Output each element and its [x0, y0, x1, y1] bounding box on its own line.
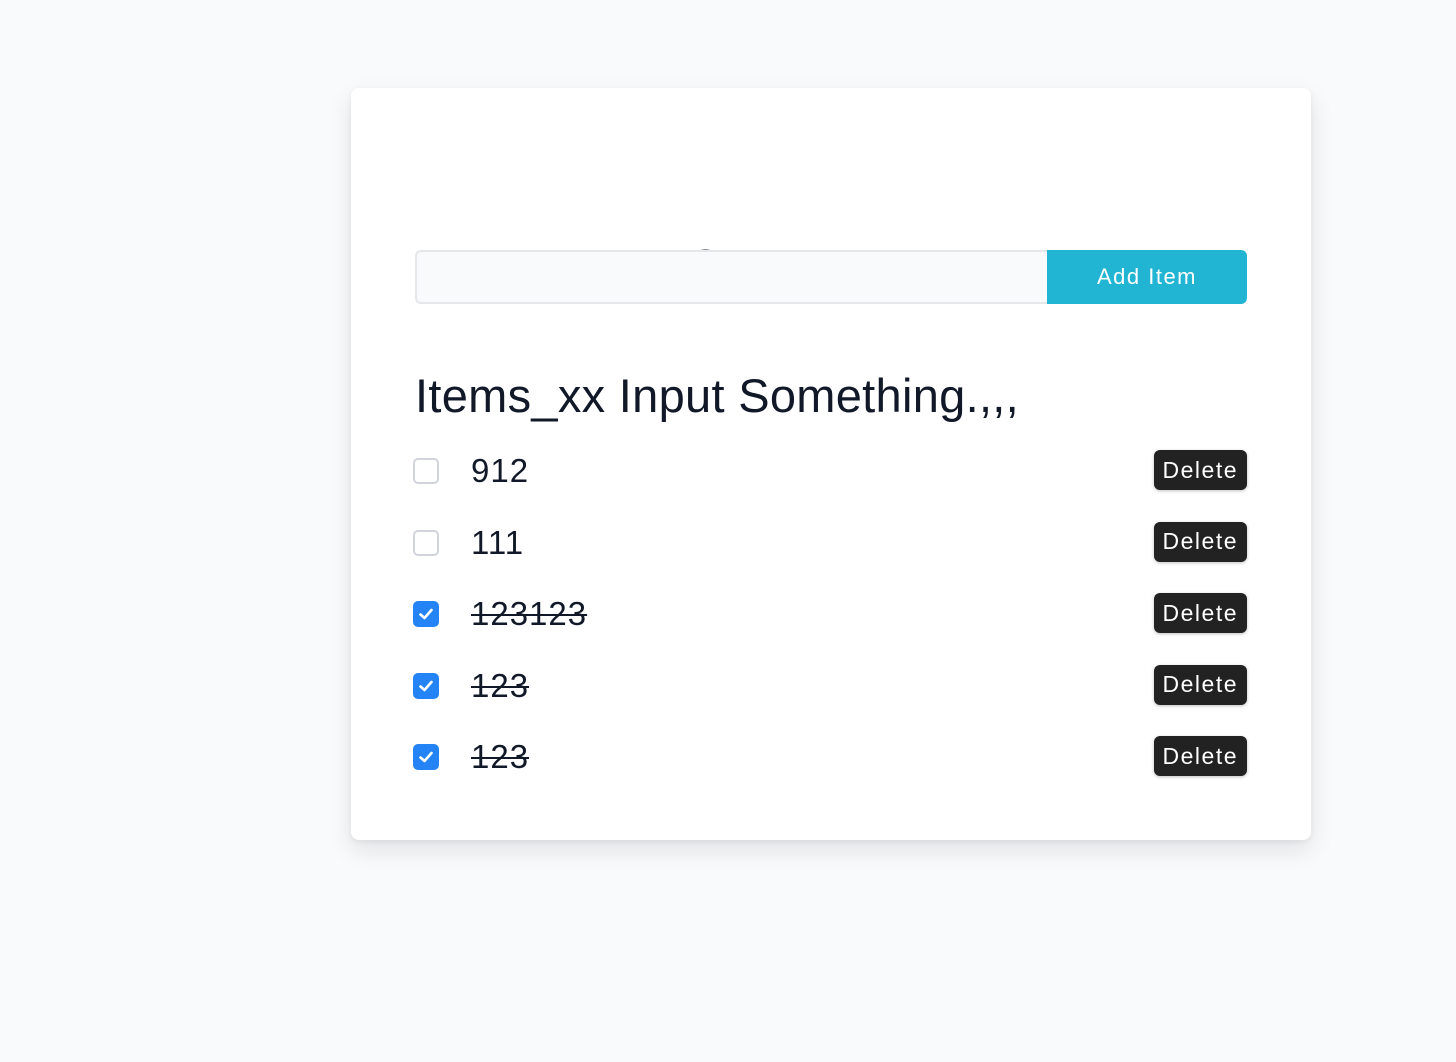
- delete-button[interactable]: Delete: [1153, 521, 1247, 562]
- list-heading: Items_xx Input Something.,,,: [415, 369, 1020, 422]
- add-item-button[interactable]: Add Item: [1047, 250, 1247, 304]
- item-label: 123: [471, 738, 530, 775]
- item-checkbox[interactable]: [413, 744, 439, 770]
- delete-button[interactable]: Delete: [1153, 664, 1247, 705]
- item-checkbox[interactable]: [413, 529, 439, 556]
- list-item: 912 Delete: [413, 450, 1247, 522]
- checkmark-icon: [419, 608, 433, 620]
- item-label: 912: [471, 452, 530, 489]
- list-item: 111 Delete: [413, 521, 1247, 594]
- grocery-card: Grocery Bugs Add Item Items_xx Input Som…: [351, 88, 1311, 840]
- checkmark-icon: [419, 751, 433, 763]
- checkmark-icon: [419, 680, 433, 691]
- item-checkbox[interactable]: [413, 672, 439, 699]
- delete-button[interactable]: Delete: [1153, 450, 1247, 490]
- item-label: 123123: [471, 595, 588, 632]
- list-item: 123 Delete: [413, 736, 1247, 808]
- item-list: 912 Delete 111 Delete 123123 Delete 123 …: [413, 450, 1247, 808]
- list-item: 123123 Delete: [413, 593, 1247, 665]
- add-item-form: Add Item: [415, 250, 1247, 304]
- item-label: 111: [471, 523, 525, 561]
- delete-button[interactable]: Delete: [1153, 593, 1247, 633]
- item-checkbox[interactable]: [413, 458, 439, 484]
- item-label: 123: [471, 666, 530, 704]
- delete-button[interactable]: Delete: [1153, 736, 1247, 776]
- list-item: 123 Delete: [413, 664, 1247, 737]
- item-checkbox[interactable]: [413, 601, 439, 627]
- item-input[interactable]: [415, 250, 1047, 304]
